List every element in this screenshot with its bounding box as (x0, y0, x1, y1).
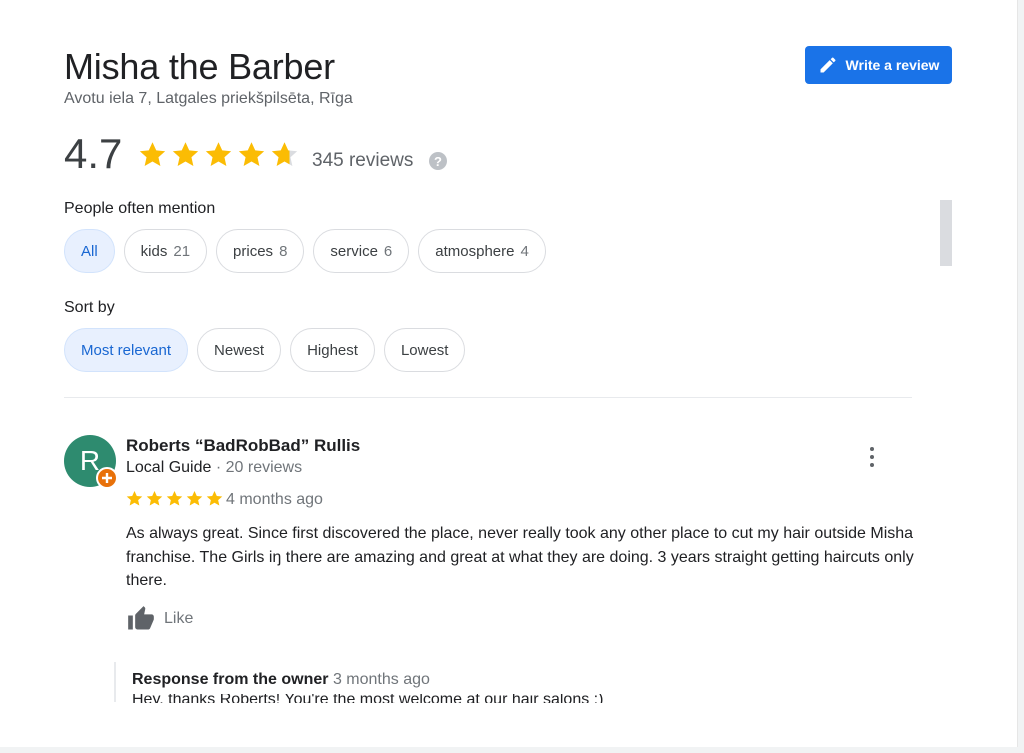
sort-lowest[interactable]: Lowest (383, 328, 466, 372)
chip-label: kids (140, 242, 168, 260)
chip-label: prices (233, 242, 274, 260)
owner-response-text-clip: Hey, thanks Roberts! You're the most wel… (132, 694, 912, 703)
more-options-icon[interactable] (862, 445, 882, 469)
write-review-button[interactable]: Write a review (805, 46, 952, 84)
help-icon[interactable]: ? (429, 152, 447, 170)
star-icon (139, 142, 166, 166)
review-date: 4 months ago (226, 491, 323, 508)
local-guide-badge-icon (96, 467, 118, 489)
rating-stars (137, 139, 300, 170)
star-icon (126, 490, 143, 506)
review-stars (125, 489, 224, 508)
thumbs-up-icon (128, 606, 154, 630)
sort-highest[interactable]: Highest (290, 328, 375, 372)
owner-response-header: Response from the owner 3 months ago (132, 671, 430, 689)
sort-most-relevant[interactable]: Most relevant (64, 328, 189, 372)
local-guide-label: Local Guide (126, 459, 212, 476)
chip-label: service (330, 242, 378, 260)
star-icon (206, 490, 223, 506)
owner-response-text: Hey, thanks Roberts! You're the most wel… (132, 694, 604, 703)
mentions-label: People often mention (64, 200, 216, 217)
chip-prices[interactable]: prices 8 (216, 229, 305, 273)
window-edge (1017, 0, 1024, 753)
reviewer-meta: Local Guide · 20 reviews (126, 459, 302, 477)
chip-count: 8 (279, 242, 288, 260)
chip-atmosphere[interactable]: atmosphere 4 (418, 229, 546, 273)
chip-all[interactable]: All (64, 229, 115, 273)
star-icon (186, 490, 203, 506)
place-title: Misha the Barber (64, 46, 335, 87)
chip-count: 6 (383, 242, 393, 260)
chip-label: All (81, 242, 98, 260)
chip-count: 4 (520, 242, 529, 260)
window-bottom-edge (0, 747, 1024, 753)
star-icon (146, 490, 163, 506)
reviews-panel: Misha the Barber Avotu iela 7, Latgales … (0, 0, 1018, 753)
mention-chips: All kids 21 prices 8 service 6 atmospher… (64, 229, 546, 273)
place-address: Avotu iela 7, Latgales priekšpilsēta, Rī… (64, 90, 353, 107)
star-icon (205, 142, 232, 166)
sort-options: Most relevant Newest Highest Lowest (64, 328, 466, 372)
star-icon (238, 142, 265, 166)
like-button[interactable]: Like (126, 605, 193, 633)
star-icon (172, 142, 199, 166)
pencil-icon (820, 57, 836, 73)
chip-count: 21 (173, 242, 191, 260)
owner-response-bar (114, 662, 116, 702)
star-icon (166, 490, 183, 506)
chip-kids[interactable]: kids 21 (123, 229, 208, 273)
reviewer-review-count: · 20 reviews (215, 459, 303, 476)
scrollbar-thumb[interactable] (940, 200, 952, 266)
chip-service[interactable]: service 6 (313, 229, 410, 273)
write-review-label: Write a review (845, 57, 940, 73)
owner-response-date: 3 months ago (332, 671, 430, 688)
sort-label: Sort by (64, 299, 115, 316)
review-count[interactable]: 345 reviews (312, 150, 413, 172)
divider (64, 397, 912, 398)
sort-newest[interactable]: Newest (197, 328, 282, 372)
owner-response-label: Response from the owner (132, 671, 329, 688)
reviewer-name[interactable]: Roberts “BadRobBad” Rullis (126, 436, 360, 456)
like-label: Like (164, 610, 194, 627)
star-icon (271, 142, 298, 166)
chip-label: atmosphere (435, 242, 515, 260)
review-text: As always great. Since first discovered … (126, 525, 914, 589)
rating-value: 4.7 (64, 130, 123, 177)
